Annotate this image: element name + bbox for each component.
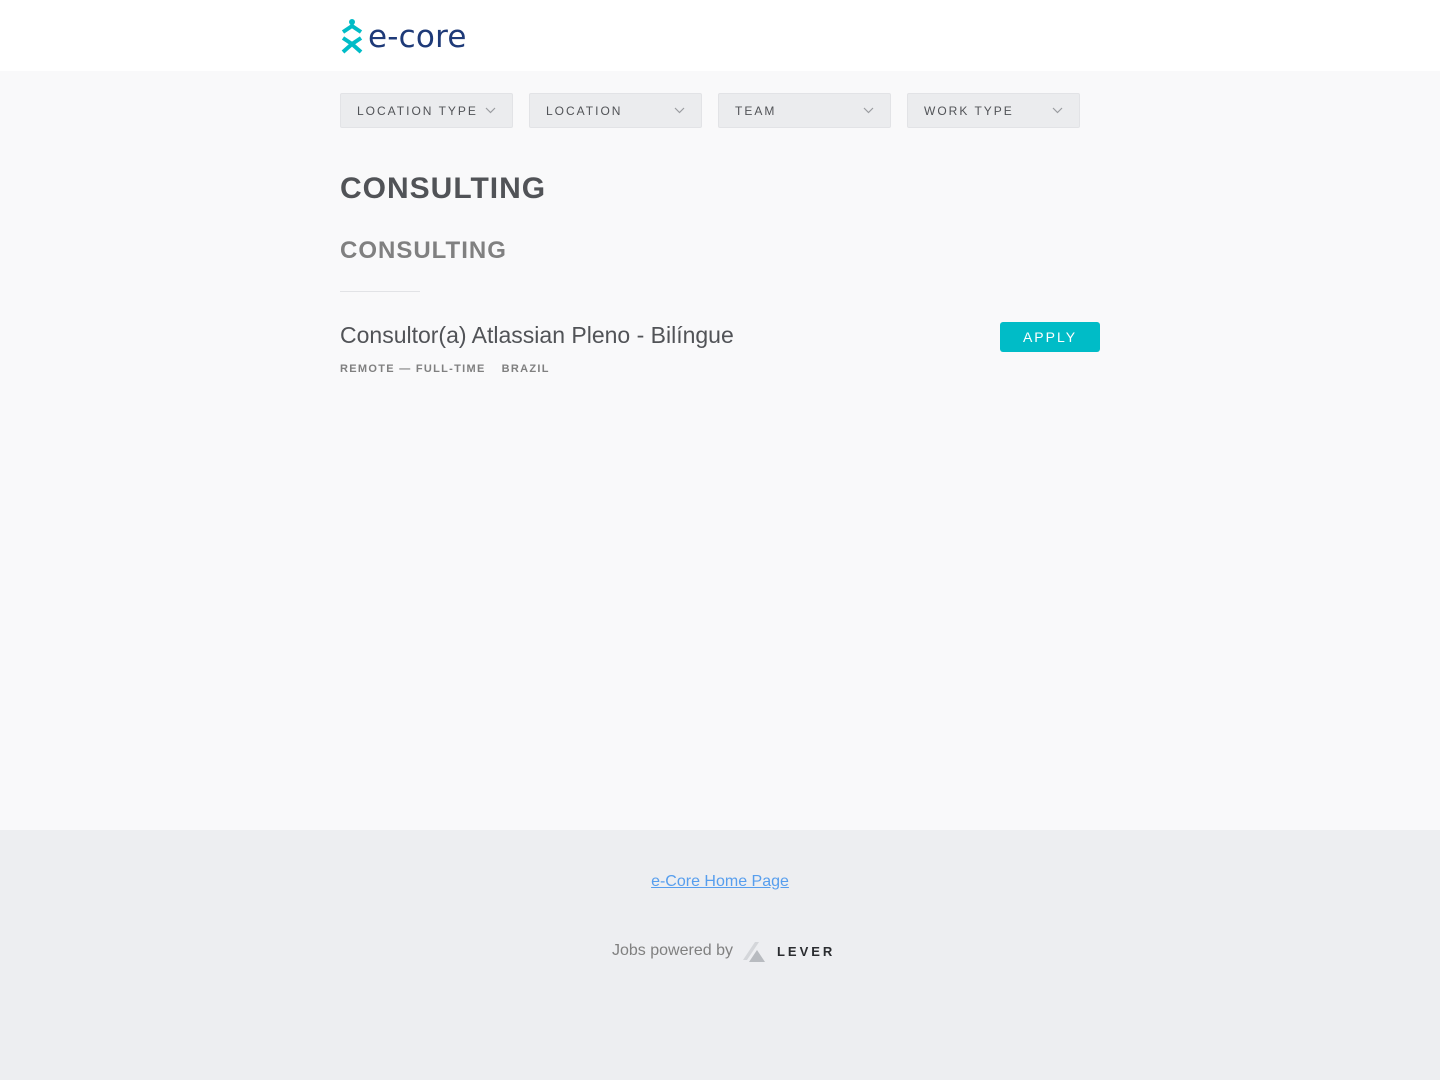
filter-label: LOCATION TYPE [357,103,478,118]
posting-location: BRAZIL [501,363,550,375]
posting-meta: REMOTE — FULL-TIME BRAZIL [340,363,550,375]
posting-commitment: REMOTE — FULL-TIME [340,363,486,375]
posting-title-link[interactable]: Consultor(a) Atlassian Pleno - Bilíngue [340,322,734,349]
powered-by[interactable]: Jobs powered by LEVER [612,938,835,964]
powered-by-text: Jobs powered by [612,942,733,959]
subgroup-title: CONSULTING [340,237,507,264]
filter-bar: LOCATION TYPE LOCATION TEAM WORK TYPE [340,93,1080,128]
ecore-logo-icon [341,19,363,54]
divider [340,291,420,292]
logo-text: e-core [368,19,467,55]
chevron-down-icon [863,107,874,114]
filter-team[interactable]: TEAM [718,93,891,128]
filter-label: LOCATION [546,103,623,118]
chevron-down-icon [1052,107,1063,114]
filter-label: WORK TYPE [924,103,1014,118]
home-page-link[interactable]: e-Core Home Page [651,873,789,890]
team-title: CONSULTING [340,172,547,205]
filter-location[interactable]: LOCATION [529,93,702,128]
chevron-down-icon [485,107,496,114]
site-header: e-core [0,0,1440,71]
chevron-down-icon [674,107,685,114]
lever-wordmark: LEVER [776,943,836,959]
lever-logo-icon [742,942,765,962]
filter-label: TEAM [735,103,777,118]
ecore-logo[interactable]: e-core [340,16,467,56]
filter-location-type[interactable]: LOCATION TYPE [340,93,513,128]
home-link-wrapper: e-Core Home Page [0,873,1440,891]
filter-work-type[interactable]: WORK TYPE [907,93,1080,128]
apply-button[interactable]: APPLY [1000,322,1100,352]
